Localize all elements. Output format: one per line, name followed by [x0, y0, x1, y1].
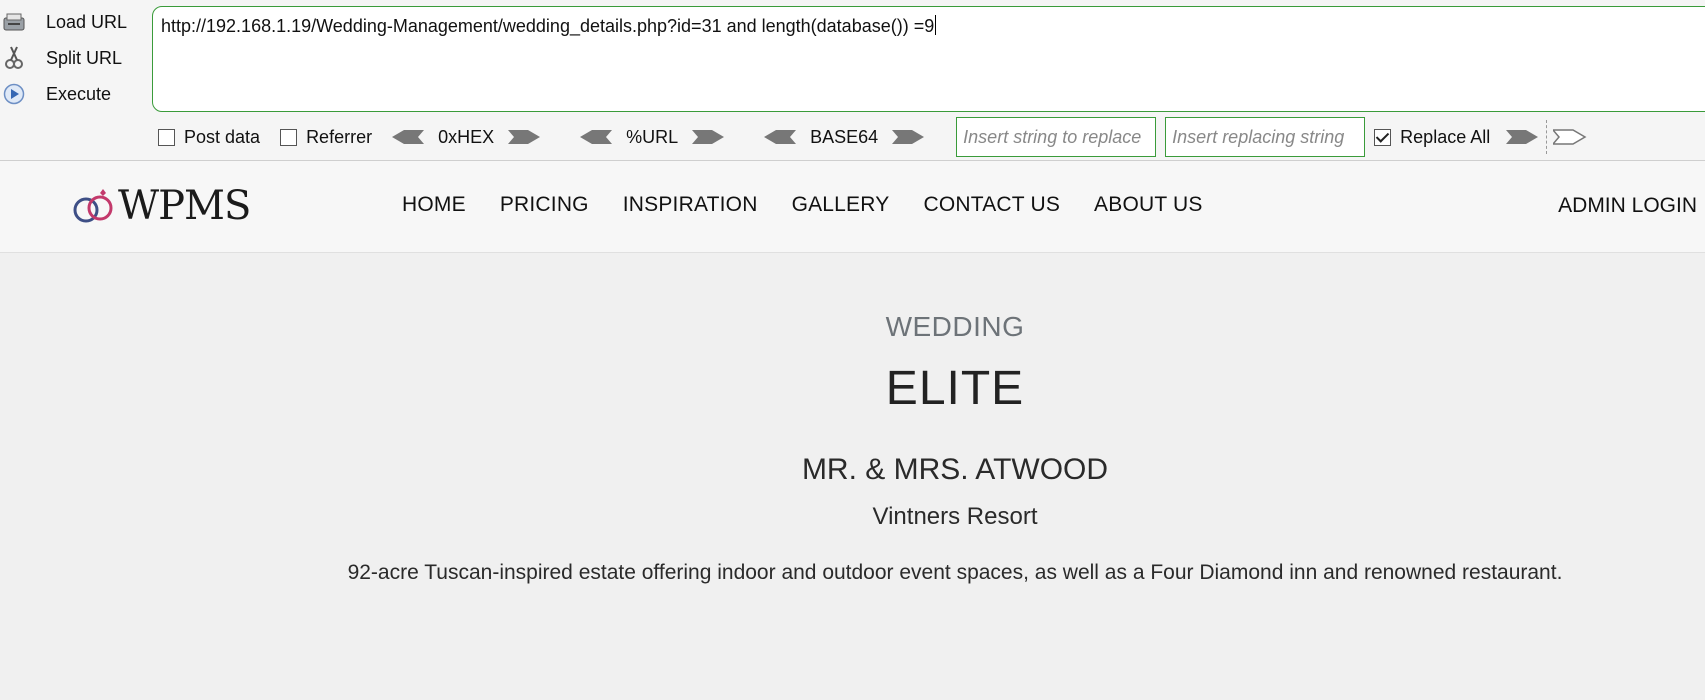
replace-with-placeholder: Insert replacing string [1172, 126, 1345, 147]
admin-login-link[interactable]: ADMIN LOGIN [1558, 194, 1697, 218]
wedding-details: WEDDING ELITE MR. & MRS. ATWOOD Vintners… [0, 253, 1705, 700]
replace-all-label: Replace All [1400, 126, 1491, 147]
nav-home[interactable]: HOME [402, 193, 466, 217]
hex-decode-arrow-icon[interactable] [390, 128, 425, 146]
post-data-label: Post data [184, 126, 261, 147]
hex-encoder: 0xHEX [390, 127, 542, 148]
replace-find-placeholder: Insert string to replace [963, 126, 1142, 147]
hackbar-toolbar: Load URL Split URL Execute http://192.16… [0, 0, 1705, 161]
nav-about-us[interactable]: ABOUT US [1094, 193, 1203, 217]
nav-gallery[interactable]: GALLERY [792, 193, 890, 217]
venue-description: 92-acre Tuscan-inspired estate offering … [347, 561, 1563, 584]
toolbar-divider [1546, 120, 1548, 154]
url-encode-label: %URL [626, 126, 679, 147]
couple-name: MR. & MRS. ATWOOD [801, 453, 1109, 486]
referrer-checkbox-box[interactable] [280, 128, 298, 146]
load-url-button[interactable]: Load URL [0, 4, 150, 40]
referrer-label: Referrer [306, 126, 373, 147]
replace-arrow-icon[interactable] [1506, 128, 1540, 146]
replace-all-checkbox-box[interactable] [1374, 128, 1392, 146]
base64-encode-arrow-icon[interactable] [892, 128, 926, 146]
replace-next-arrow-icon[interactable] [1553, 128, 1587, 146]
text-caret [935, 15, 937, 35]
hex-label: 0xHEX [438, 126, 495, 147]
referrer-checkbox[interactable]: Referrer [280, 127, 372, 148]
replace-with-input[interactable]: Insert replacing string [1165, 117, 1366, 157]
site-navbar: WPMS HOME PRICING INSPIRATION GALLERY CO… [0, 161, 1705, 253]
execute-button[interactable]: Execute [0, 76, 150, 112]
logo-text: WPMS [118, 183, 251, 229]
wedding-rings-icon [73, 189, 113, 223]
replace-find-input[interactable]: Insert string to replace [956, 117, 1157, 157]
play-icon [2, 82, 26, 106]
hex-encode-arrow-icon[interactable] [508, 128, 542, 146]
wedding-name: ELITE [885, 362, 1025, 415]
hackbar-actions: Load URL Split URL Execute [0, 4, 150, 112]
url-text: http://192.168.1.19/Wedding-Management/w… [161, 16, 935, 36]
url-encode-arrow-icon[interactable] [692, 128, 726, 146]
main-nav: HOME PRICING INSPIRATION GALLERY CONTACT… [402, 193, 1237, 217]
split-url-label: Split URL [46, 47, 123, 68]
nav-pricing[interactable]: PRICING [500, 193, 589, 217]
site-logo[interactable]: WPMS [70, 183, 251, 229]
wedding-label: WEDDING [885, 311, 1025, 342]
post-data-checkbox[interactable]: Post data [158, 127, 260, 148]
nav-contact-us[interactable]: CONTACT US [923, 193, 1060, 217]
nav-inspiration[interactable]: INSPIRATION [623, 193, 758, 217]
url-textarea[interactable]: http://192.168.1.19/Wedding-Management/w… [152, 6, 1705, 112]
venue-name: Vintners Resort [872, 503, 1038, 530]
base64-decode-arrow-icon[interactable] [762, 128, 797, 146]
execute-label: Execute [46, 83, 112, 104]
split-url-button[interactable]: Split URL [0, 40, 150, 76]
hackbar-options-row: Post data Referrer 0xHEX %URL BASE64 Ins… [158, 116, 1698, 158]
url-encoder: %URL [578, 127, 726, 148]
post-data-checkbox-box[interactable] [158, 128, 175, 146]
scissors-icon [2, 46, 26, 70]
url-decode-arrow-icon[interactable] [578, 128, 613, 146]
load-url-icon [2, 10, 26, 34]
base64-encoder: BASE64 [762, 127, 926, 148]
base64-label: BASE64 [810, 126, 879, 147]
replace-all-checkbox[interactable]: Replace All [1374, 127, 1490, 148]
load-url-label: Load URL [46, 11, 128, 32]
